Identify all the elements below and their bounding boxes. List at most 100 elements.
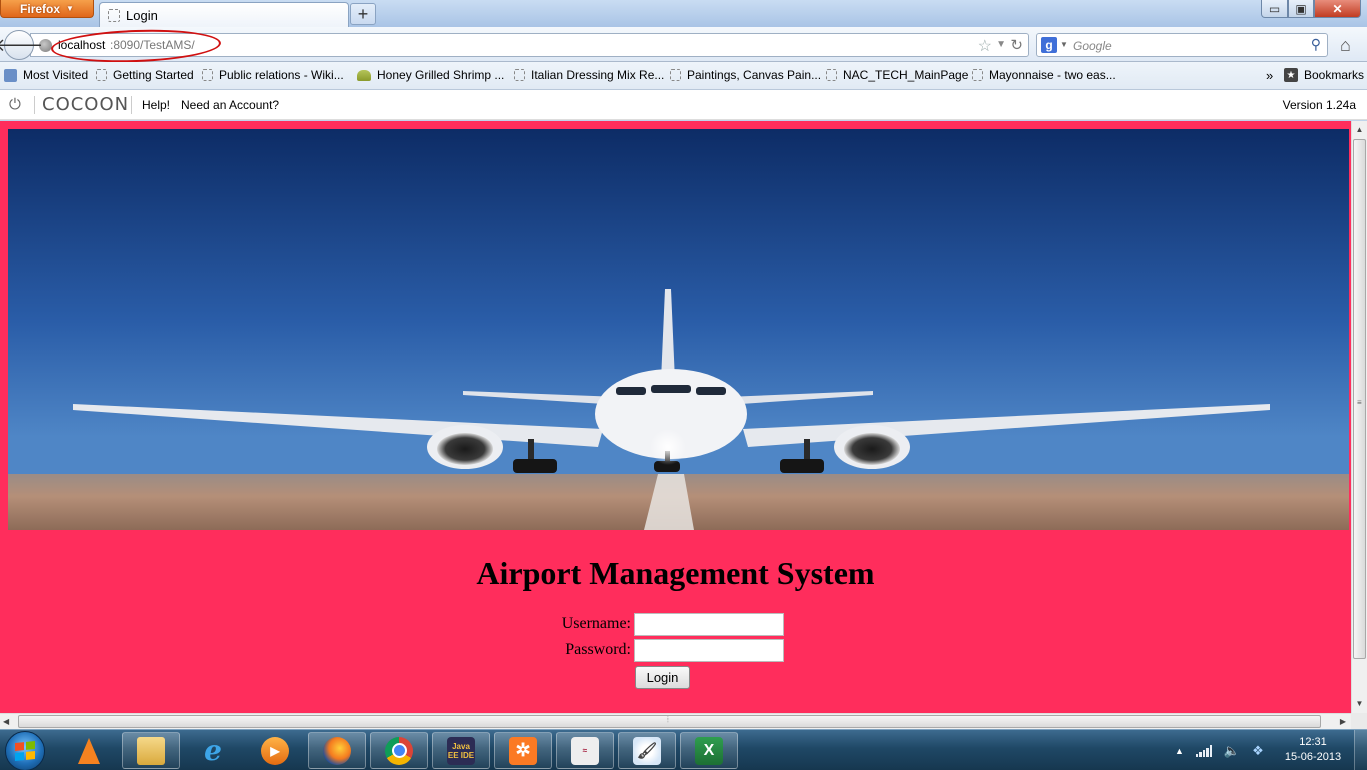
show-hidden-icons-icon[interactable]: ▲ bbox=[1175, 746, 1184, 756]
vertical-scrollbar[interactable]: ▲ ≡ ▼ bbox=[1351, 121, 1367, 713]
ie-icon: e bbox=[204, 734, 222, 767]
explorer-icon bbox=[137, 736, 165, 765]
search-engine-icon[interactable]: g bbox=[1041, 37, 1057, 53]
password-input[interactable] bbox=[634, 639, 784, 662]
maximize-button[interactable]: ▣ bbox=[1288, 0, 1314, 18]
url-host[interactable]: localhost bbox=[58, 38, 105, 52]
bookmark-star-icon[interactable]: ☆ bbox=[978, 36, 992, 56]
page-icon bbox=[514, 69, 525, 81]
login-button[interactable]: Login bbox=[635, 666, 690, 689]
help-link[interactable]: Help! bbox=[142, 98, 170, 112]
taskbar-xampp[interactable]: ✲ bbox=[494, 732, 552, 769]
page-icon bbox=[972, 69, 983, 81]
windows-logo-icon bbox=[15, 740, 35, 762]
taskbar-excel[interactable]: X bbox=[680, 732, 738, 769]
page-icon bbox=[96, 69, 107, 81]
page-content: Airport Management System Username: Pass… bbox=[0, 121, 1351, 713]
vertical-scroll-thumb[interactable]: ≡ bbox=[1353, 139, 1366, 659]
chrome-icon bbox=[385, 736, 413, 765]
username-input[interactable] bbox=[634, 613, 784, 636]
history-dropdown-icon[interactable]: ▼ bbox=[996, 39, 1006, 50]
minimize-button[interactable]: ▭ bbox=[1261, 0, 1288, 18]
vlc-icon bbox=[75, 737, 103, 765]
home-icon[interactable]: ⌂ bbox=[1340, 35, 1351, 56]
bookmark-nac-tech[interactable]: NAC_TECH_MainPage bbox=[826, 68, 968, 82]
taskbar-paint[interactable]: 🖌 bbox=[618, 732, 676, 769]
taskbar-vlc[interactable] bbox=[60, 732, 118, 769]
clock[interactable]: 12:31 15-06-2013 bbox=[1278, 735, 1348, 765]
taskbar-explorer[interactable] bbox=[122, 732, 180, 769]
close-button[interactable]: ✕ bbox=[1314, 0, 1361, 18]
firefox-icon bbox=[323, 736, 351, 765]
bookmark-label: Paintings, Canvas Pain... bbox=[687, 68, 822, 82]
firefox-menu-label: Firefox bbox=[20, 1, 61, 16]
windows-taskbar: e ▶ Java EE IDE ✲ ≈ 🖌 X ▲ 🔈 ❖ 12:31 15-0… bbox=[0, 729, 1367, 770]
volume-icon[interactable]: 🔈 bbox=[1224, 743, 1240, 759]
grip-icon: ⦙ bbox=[667, 715, 669, 724]
taskbar-chrome[interactable] bbox=[370, 732, 428, 769]
taskbar-app[interactable]: ≈ bbox=[556, 732, 614, 769]
power-icon[interactable]: ⏻ bbox=[9, 96, 25, 113]
taskbar-internet-explorer[interactable]: e bbox=[184, 732, 242, 769]
page-icon bbox=[670, 69, 681, 81]
scroll-down-icon[interactable]: ▼ bbox=[1352, 697, 1367, 711]
bookmark-most-visited[interactable]: Most Visited bbox=[4, 68, 88, 82]
dropbox-icon[interactable]: ❖ bbox=[1252, 743, 1264, 759]
taskbar-javaee-ide[interactable]: Java EE IDE bbox=[432, 732, 490, 769]
chevron-down-icon: ▼ bbox=[66, 4, 74, 13]
leaf-icon bbox=[357, 69, 371, 81]
bookmark-getting-started[interactable]: Getting Started bbox=[96, 68, 194, 82]
cocoon-logo[interactable]: COCOON bbox=[42, 94, 129, 115]
back-button[interactable]: 🡐 bbox=[0, 30, 43, 60]
login-form: Username: Password: Login bbox=[0, 121, 1351, 713]
bookmark-paintings[interactable]: Paintings, Canvas Pain... bbox=[670, 68, 821, 82]
system-tray: ▲ 🔈 ❖ bbox=[1175, 730, 1264, 770]
scroll-left-icon[interactable]: ◀ bbox=[3, 715, 9, 729]
back-arrow-icon: 🡐 bbox=[0, 34, 44, 55]
search-bar[interactable]: g ▼ Google ⚲ bbox=[1036, 33, 1328, 57]
show-desktop-button[interactable] bbox=[1354, 730, 1367, 770]
page-icon bbox=[826, 69, 837, 81]
taskbar-firefox[interactable] bbox=[308, 732, 366, 769]
url-bar[interactable]: localhost :8090/TestAMS/ ☆ ▼ ↻ bbox=[30, 27, 1029, 65]
bookmarks-toolbar: Most Visited Getting Started Public rela… bbox=[0, 62, 1367, 90]
need-account-link[interactable]: Need an Account? bbox=[181, 98, 279, 112]
bookmark-public-relations[interactable]: Public relations - Wiki... bbox=[202, 68, 344, 82]
horizontal-scroll-thumb[interactable]: ⦙ bbox=[18, 715, 1321, 728]
page-icon bbox=[108, 9, 120, 22]
username-label: Username: bbox=[561, 615, 631, 632]
taskbar-media-player[interactable]: ▶ bbox=[246, 732, 304, 769]
network-icon[interactable] bbox=[1195, 744, 1212, 757]
search-icon[interactable]: ⚲ bbox=[1311, 36, 1321, 53]
search-engine-dropdown-icon[interactable]: ▼ bbox=[1060, 40, 1068, 49]
bookmark-label: Mayonnaise - two eas... bbox=[989, 68, 1116, 82]
media-player-icon: ▶ bbox=[261, 736, 289, 765]
navigation-bar: localhost :8090/TestAMS/ ☆ ▼ ↻ 🡐 g ▼ Goo… bbox=[0, 27, 1367, 65]
horizontal-scrollbar[interactable]: ◀ ⦙ ▶ bbox=[0, 713, 1351, 729]
bookmark-label: Italian Dressing Mix Re... bbox=[531, 68, 665, 82]
bookmark-honey-grilled-shrimp[interactable]: Honey Grilled Shrimp ... bbox=[357, 68, 504, 82]
divider bbox=[34, 96, 35, 114]
scroll-right-icon[interactable]: ▶ bbox=[1340, 715, 1346, 729]
window-controls: ▭ ▣ ✕ bbox=[1261, 0, 1361, 18]
tab-label: Login bbox=[126, 8, 158, 23]
bookmarks-menu-button[interactable]: ★ Bookmarks bbox=[1284, 68, 1364, 82]
bookmark-italian-dressing[interactable]: Italian Dressing Mix Re... bbox=[514, 68, 664, 82]
bookmarks-star-icon: ★ bbox=[1284, 68, 1298, 82]
most-visited-icon bbox=[4, 68, 17, 82]
bookmark-label: Most Visited bbox=[23, 68, 89, 82]
start-button[interactable] bbox=[5, 731, 45, 770]
tab-login[interactable]: Login bbox=[99, 2, 349, 28]
bookmarks-overflow-button[interactable]: » bbox=[1266, 68, 1273, 83]
url-path[interactable]: :8090/TestAMS/ bbox=[110, 38, 195, 52]
divider bbox=[131, 96, 132, 114]
reload-icon[interactable]: ↻ bbox=[1010, 36, 1023, 54]
new-tab-button[interactable]: + bbox=[350, 3, 376, 25]
bookmark-mayonnaise[interactable]: Mayonnaise - two eas... bbox=[972, 68, 1116, 82]
scroll-up-icon[interactable]: ▲ bbox=[1352, 123, 1367, 137]
firefox-menu-button[interactable]: Firefox ▼ bbox=[0, 0, 94, 18]
app-icon: ≈ bbox=[571, 736, 599, 765]
paint-icon: 🖌 bbox=[633, 736, 661, 765]
search-input[interactable]: Google bbox=[1073, 39, 1112, 53]
cocoon-toolbar: ⏻ COCOON Help! Need an Account? Version … bbox=[0, 90, 1367, 120]
